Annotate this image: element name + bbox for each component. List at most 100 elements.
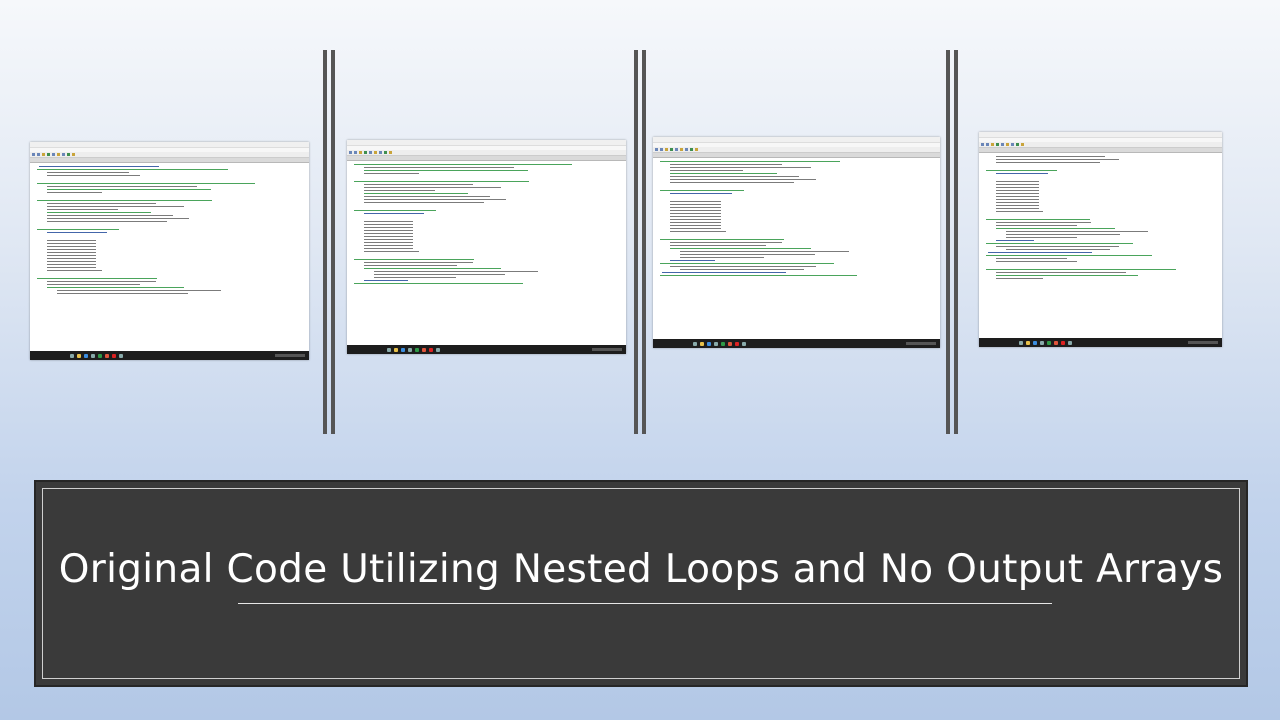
code-line [57,290,221,291]
code-line [364,224,414,225]
code-line [670,260,715,261]
code-line [670,216,721,217]
code-line [996,228,1115,229]
code-line [37,169,229,170]
code-line [986,170,1058,171]
code-line [680,254,815,255]
slide-title: Original Code Utilizing Nested Loops and… [58,547,1224,592]
code-line [670,219,721,220]
code-line [996,196,1039,197]
code-line [47,261,97,262]
code-line [374,277,456,278]
taskbar [347,345,626,354]
code-line [47,267,97,268]
code-line [662,272,786,273]
code-line [660,161,840,162]
code-line [986,219,1091,220]
code-line [996,193,1039,194]
code-line [660,263,835,264]
title-banner: Original Code Utilizing Nested Loops and… [34,480,1248,687]
code-line [996,202,1039,203]
code-line [996,225,1077,226]
code-line [996,275,1139,276]
code-line [996,190,1039,191]
code-line [996,278,1044,279]
code-line [364,193,468,194]
code-line [37,278,158,279]
code-line [670,164,783,165]
code-screenshot-3 [653,137,940,348]
code-line [670,176,800,177]
code-line [364,280,408,281]
code-line [364,239,414,240]
code-line [670,204,721,205]
code-line [364,221,414,222]
code-line [47,203,157,204]
code-pane [33,164,306,350]
code-line [996,211,1044,212]
code-line [670,167,811,168]
code-line [996,205,1039,206]
code-line [660,190,745,191]
code-line [996,272,1127,273]
code-line [1006,231,1149,232]
code-line [374,274,506,275]
code-line [996,173,1049,174]
taskbar [653,339,940,348]
code-line [670,193,732,194]
code-line [364,251,419,252]
code-line [47,252,97,253]
code-line [670,222,721,223]
code-line [996,240,1034,241]
code-line [47,243,97,244]
code-pane [982,154,1219,337]
code-line [364,196,490,197]
code-screenshot-2 [347,140,626,354]
code-line [47,264,97,265]
code-line [670,207,721,208]
code-line [1006,249,1111,250]
code-line [670,231,727,232]
code-line [364,170,528,171]
code-line [47,192,102,193]
divider-left [323,50,335,434]
code-line [364,187,501,188]
code-line [996,199,1039,200]
code-line [996,159,1120,160]
code-line [354,181,529,182]
code-line [1006,237,1078,238]
code-line [47,249,97,250]
code-line [364,173,419,174]
code-line [670,266,817,267]
code-line [47,232,108,233]
code-line [364,242,414,243]
code-line [354,259,475,260]
code-screenshot-1 [30,142,309,360]
code-line [47,215,173,216]
code-line [47,212,151,213]
code-line [47,209,118,210]
code-line [47,206,184,207]
code-line [660,275,857,276]
code-line [47,270,102,271]
code-line [47,186,198,187]
code-line [364,202,485,203]
code-line [374,271,538,272]
code-line [670,173,777,174]
code-line [47,240,97,241]
code-line [364,184,474,185]
code-line [364,213,425,214]
code-line [364,262,474,263]
